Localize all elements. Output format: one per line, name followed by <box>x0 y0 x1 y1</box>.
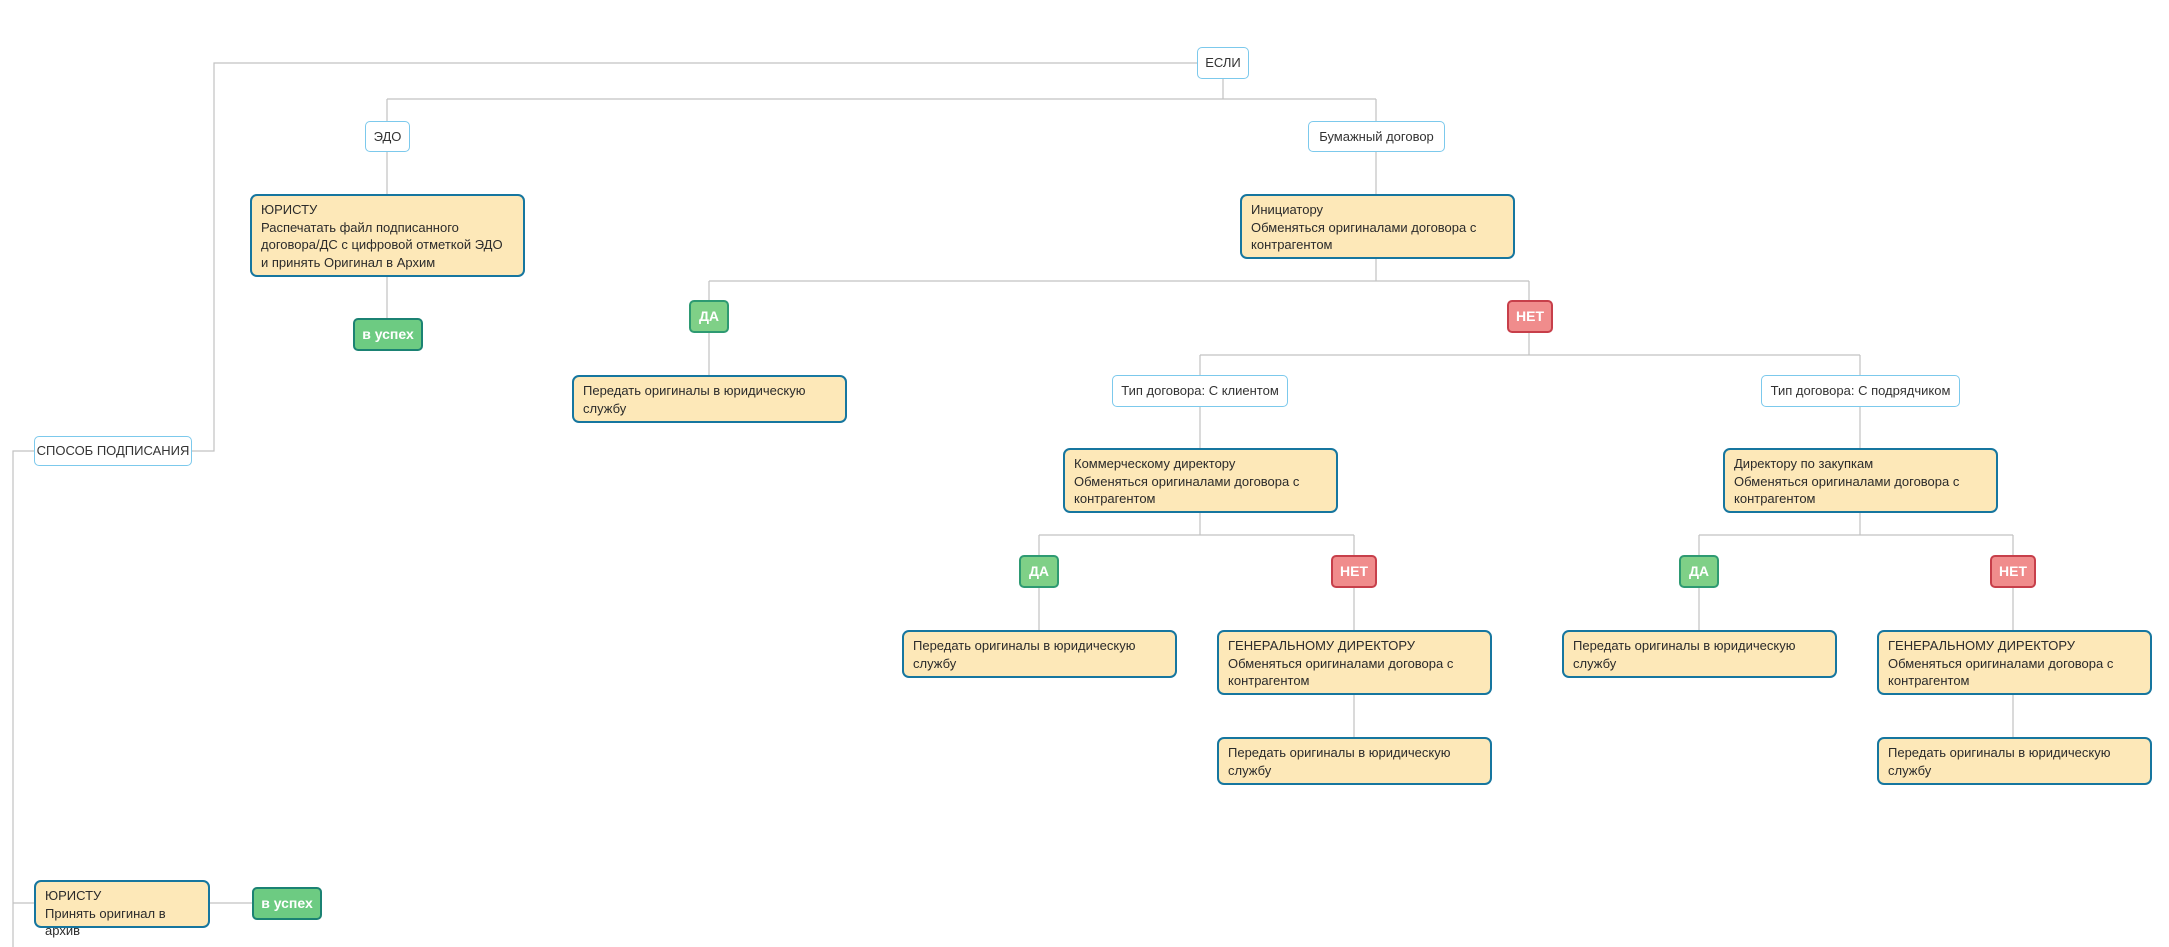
task-role: ЮРИСТУ <box>261 202 318 217</box>
task-general-director-1[interactable]: ГЕНЕРАЛЬНОМУ ДИРЕКТОРУ Обменяться оригин… <box>1217 630 1492 695</box>
task-line: контрагентом <box>1888 673 1970 688</box>
edge-purchase-split <box>1698 513 2014 556</box>
edge-no1-split <box>1199 333 1861 375</box>
success-archive[interactable]: в успех <box>252 887 322 920</box>
task-line: Распечатать файл подписанного <box>261 219 459 235</box>
task-line: службу <box>1228 762 1272 778</box>
node-edo[interactable]: ЭДО <box>365 121 410 152</box>
task-handover-2[interactable]: Передать оригиналы в юридическую службу <box>902 630 1177 678</box>
task-line: Обменяться оригиналами договора с <box>1074 473 1300 489</box>
task-line: службу <box>913 655 957 671</box>
task-jurist-edo[interactable]: ЮРИСТУ Распечатать файл подписанного дог… <box>250 194 525 277</box>
task-line: и принять Оригинал в Архим <box>261 254 436 270</box>
success-edo[interactable]: в успех <box>353 318 423 351</box>
task-line: Передать оригиналы в юридическую <box>583 383 806 398</box>
task-line: Обменяться оригиналами договора с <box>1734 473 1960 489</box>
node-type-client[interactable]: Тип договора: С клиентом <box>1112 375 1288 407</box>
edge-commercial-split <box>1038 513 1355 556</box>
yes-badge-3[interactable]: ДА <box>1679 555 1719 588</box>
node-paper-contract[interactable]: Бумажный договор <box>1308 121 1445 152</box>
task-line: Принять оригинал в архив <box>45 905 166 939</box>
task-line: службу <box>1888 762 1932 778</box>
task-line: договора/ДС с цифровой отметкой ЭДО <box>261 237 503 252</box>
task-handover-1[interactable]: Передать оригиналы в юридическую службу <box>572 375 847 423</box>
node-signing-method[interactable]: СПОСОБ ПОДПИСАНИЯ <box>34 436 192 466</box>
task-jurist-archive[interactable]: ЮРИСТУ Принять оригинал в архив <box>34 880 210 938</box>
task-line: Обменяться оригиналами договора с <box>1228 655 1454 671</box>
edge-initiator-split <box>708 259 1530 301</box>
task-role: ЮРИСТУ <box>45 888 102 903</box>
task-handover-4[interactable]: Передать оригиналы в юридическую службу <box>1562 630 1837 678</box>
node-type-contractor[interactable]: Тип договора: С подрядчиком <box>1761 375 1960 407</box>
edge-root-archive <box>12 450 34 947</box>
no-badge-1[interactable]: НЕТ <box>1507 300 1553 333</box>
task-line: Передать оригиналы в юридическую <box>1888 745 2111 760</box>
edge-if-split <box>386 79 1377 121</box>
task-role: Директору по закупкам <box>1734 456 1874 471</box>
task-purchase-director[interactable]: Директору по закупкам Обменяться оригина… <box>1723 448 1998 513</box>
task-commercial-director[interactable]: Коммерческому директору Обменяться ориги… <box>1063 448 1338 513</box>
task-line: Передать оригиналы в юридическую <box>1228 745 1451 760</box>
yes-badge-1[interactable]: ДА <box>689 300 729 333</box>
task-role: ГЕНЕРАЛЬНОМУ ДИРЕКТОРУ <box>1228 638 1415 653</box>
task-line: контрагентом <box>1074 491 1156 506</box>
task-line: контрагентом <box>1251 237 1333 252</box>
task-handover-3[interactable]: Передать оригиналы в юридическую службу <box>1217 737 1492 785</box>
task-line: Передать оригиналы в юридическую <box>913 638 1136 653</box>
task-handover-5[interactable]: Передать оригиналы в юридическую службу <box>1877 737 2152 785</box>
no-badge-2[interactable]: НЕТ <box>1331 555 1377 588</box>
no-badge-3[interactable]: НЕТ <box>1990 555 2036 588</box>
task-role: Коммерческому директору <box>1074 456 1236 471</box>
task-line: Обменяться оригиналами договора с <box>1251 219 1477 235</box>
task-role: Инициатору <box>1251 202 1324 217</box>
task-line: контрагентом <box>1734 491 1816 506</box>
task-line: службу <box>583 400 627 416</box>
task-role: ГЕНЕРАЛЬНОМУ ДИРЕКТОРУ <box>1888 638 2075 653</box>
task-line: Передать оригиналы в юридическую <box>1573 638 1796 653</box>
task-line: Обменяться оригиналами договора с <box>1888 655 2114 671</box>
task-initiator[interactable]: Инициатору Обменяться оригиналами догово… <box>1240 194 1515 259</box>
task-line: службу <box>1573 655 1617 671</box>
yes-badge-2[interactable]: ДА <box>1019 555 1059 588</box>
task-general-director-2[interactable]: ГЕНЕРАЛЬНОМУ ДИРЕКТОРУ Обменяться оригин… <box>1877 630 2152 695</box>
node-if[interactable]: ЕСЛИ <box>1197 47 1249 79</box>
task-line: контрагентом <box>1228 673 1310 688</box>
